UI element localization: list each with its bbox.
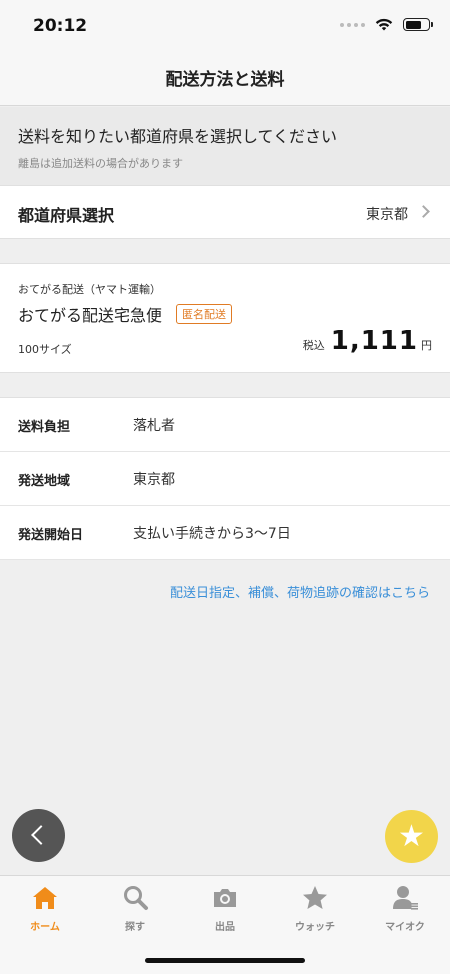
shipping-provider: おてがる配送（ヤマト運輸） [18,283,161,296]
back-button[interactable] [12,809,65,862]
notice-main-text: 送料を知りたい都道府県を選択してください [18,127,338,146]
detail-label: 発送開始日 [18,528,84,543]
shipping-details: 送料負担 落札者 発送地域 東京都 発送開始日 支払い手続きから3〜7日 [0,397,450,560]
price-unit: 円 [421,339,432,352]
prefecture-value: 東京都 [366,207,408,223]
tab-home[interactable]: ホーム [0,876,90,946]
chevron-right-icon [417,205,430,218]
tab-label: 出品 [215,922,235,933]
status-bar: 20:12 [0,0,450,54]
status-icons [340,18,433,31]
detail-row-start-date: 発送開始日 支払い手続きから3〜7日 [0,506,450,560]
detail-value: 落札者 [133,418,175,434]
star-icon: ★ [398,818,425,854]
prefecture-label: 都道府県選択 [18,206,115,225]
signal-icon [340,22,365,27]
tab-sell[interactable]: 出品 [180,876,270,946]
chevron-left-icon [31,825,51,845]
shipping-price: 税込 1,111 円 [303,326,432,356]
nav-bar: 配送方法と送料 [0,54,450,106]
tab-search[interactable]: 探す [90,876,180,946]
star-icon [303,886,327,909]
prefecture-notice: 送料を知りたい都道府県を選択してください 離島は追加送料の場合があります [0,107,450,185]
detail-value: 支払い手続きから3〜7日 [133,526,291,542]
search-icon [124,886,148,910]
tab-watch[interactable]: ウォッチ [270,876,360,946]
status-time: 20:12 [33,16,88,36]
detail-row-payer: 送料負担 落札者 [0,398,450,452]
tab-label: ウォッチ [295,922,335,933]
wifi-icon [375,18,393,31]
shipping-info-link[interactable]: 配送日指定、補償、荷物追跡の確認はこちら [170,582,430,601]
prefecture-select-row[interactable]: 都道府県選択 東京都 [0,185,450,239]
price-tax-label: 税込 [302,339,325,352]
detail-row-region: 発送地域 東京都 [0,452,450,506]
home-icon [33,887,57,909]
detail-value: 東京都 [133,472,175,488]
page-title: 配送方法と送料 [165,70,285,90]
tab-label: ホーム [30,922,60,933]
tab-label: 探す [125,922,145,933]
shipping-name: おてがる配送宅急便 [18,306,163,325]
notice-sub-text: 離島は追加送料の場合があります [18,157,183,170]
price-value: 1,111 [330,326,418,356]
tab-label: マイオク [385,922,425,933]
detail-label: 送料負担 [18,420,71,435]
user-icon [393,886,418,910]
camera-icon [214,889,236,907]
anonymous-shipping-badge: 匿名配送 [176,304,232,324]
detail-label: 発送地域 [18,474,71,489]
battery-icon [403,18,433,31]
home-indicator [145,958,305,963]
shipping-size: 100サイズ [18,343,72,356]
watch-fab-button[interactable]: ★ [385,810,438,863]
shipping-method-card: おてがる配送（ヤマト運輸） おてがる配送宅急便 匿名配送 100サイズ 税込 1… [0,263,450,373]
tab-my-auction[interactable]: マイオク [360,876,450,946]
